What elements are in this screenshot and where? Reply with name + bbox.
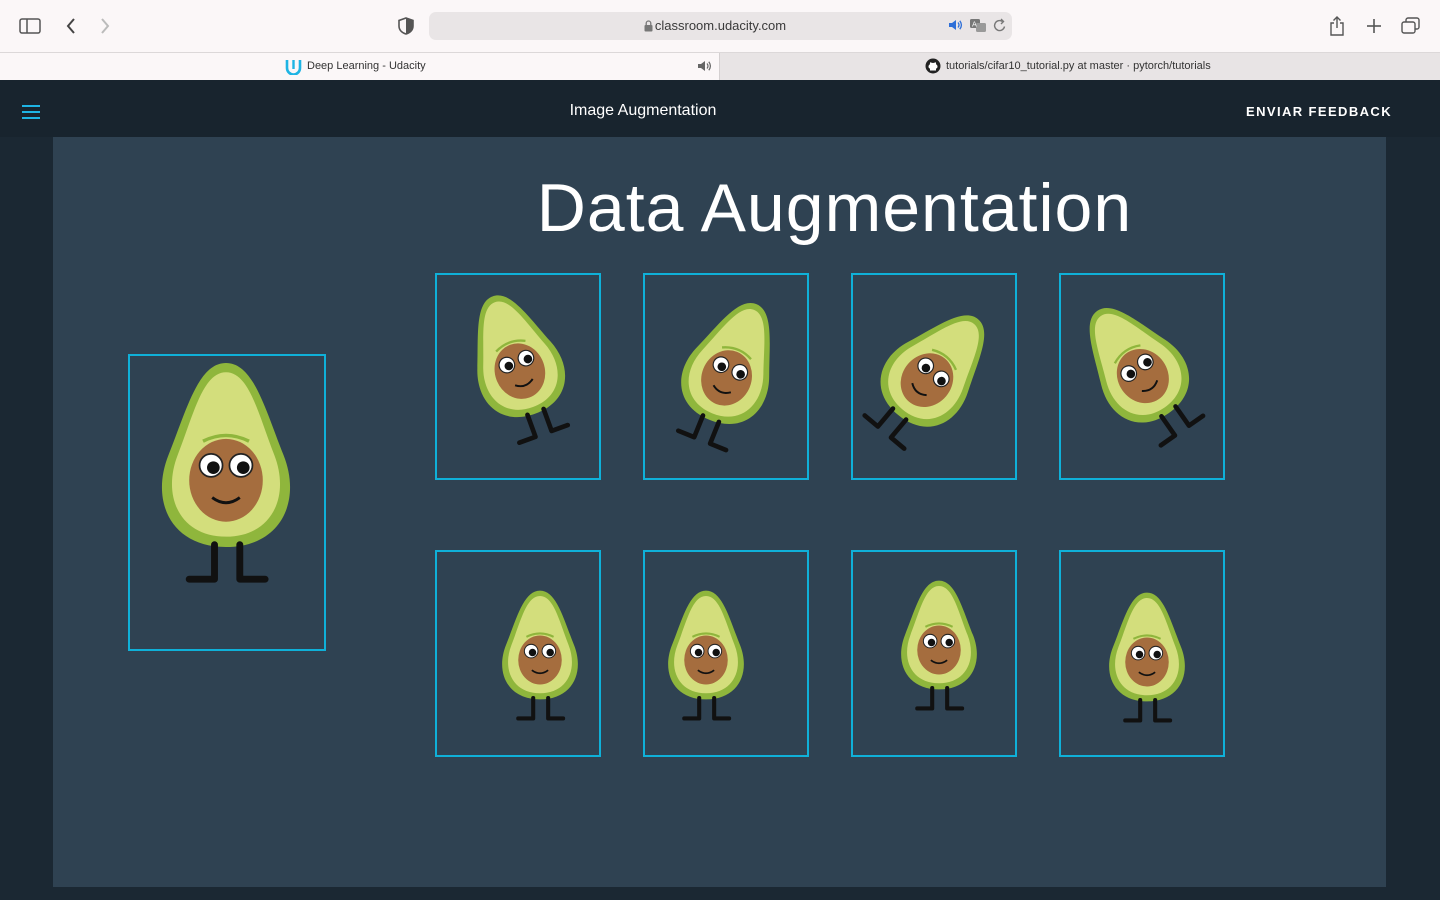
classroom-header: Image Augmentation ENVIAR FEEDBACK	[0, 80, 1440, 137]
augmented-avocado-6	[668, 591, 744, 719]
share-icon[interactable]	[1324, 13, 1350, 39]
forward-icon[interactable]	[92, 13, 118, 39]
tab-label: tutorials/cifar10_tutorial.py at master …	[946, 60, 1211, 72]
tab-udacity[interactable]: Deep Learning - Udacity	[0, 53, 719, 80]
video-player[interactable]: Data Augmentation	[53, 137, 1386, 887]
sidebar-icon[interactable]	[17, 13, 43, 39]
address-bar[interactable]: classroom.udacity.com A	[429, 12, 1012, 40]
augmented-avocado-2	[661, 288, 796, 457]
speaker-icon[interactable]	[948, 18, 963, 37]
svg-text:A: A	[972, 21, 977, 29]
shield-icon[interactable]	[393, 13, 419, 39]
new-tab-icon[interactable]	[1361, 13, 1387, 39]
speaker-icon[interactable]	[697, 59, 712, 78]
tab-label: Deep Learning - Udacity	[307, 60, 426, 72]
slide-illustration	[128, 273, 1225, 757]
augmented-avocado-7	[901, 581, 977, 709]
back-icon[interactable]	[58, 13, 84, 39]
tab-github[interactable]: tutorials/cifar10_tutorial.py at master …	[719, 53, 1440, 80]
augmented-avocado-4	[1062, 286, 1217, 456]
github-icon	[925, 58, 941, 79]
udacity-logo-icon	[285, 58, 302, 80]
tab-bar: Deep Learning - Udacity tutorials/cifar1…	[0, 52, 1440, 80]
page-title: Image Augmentation	[569, 102, 717, 119]
send-feedback-button[interactable]: ENVIAR FEEDBACK	[1246, 104, 1392, 119]
tabs-overview-icon[interactable]	[1398, 13, 1424, 39]
augmented-avocado-1	[452, 282, 584, 450]
browser-toolbar: classroom.udacity.com A	[0, 0, 1440, 52]
url-text: classroom.udacity.com	[654, 18, 787, 33]
original-avocado	[162, 363, 290, 579]
translate-icon[interactable]: A	[969, 18, 987, 38]
augmented-avocado-5	[502, 591, 578, 719]
reload-icon[interactable]	[993, 18, 1007, 38]
augmented-avocado-8	[1109, 593, 1185, 721]
augmented-avocado-3	[851, 291, 1012, 459]
